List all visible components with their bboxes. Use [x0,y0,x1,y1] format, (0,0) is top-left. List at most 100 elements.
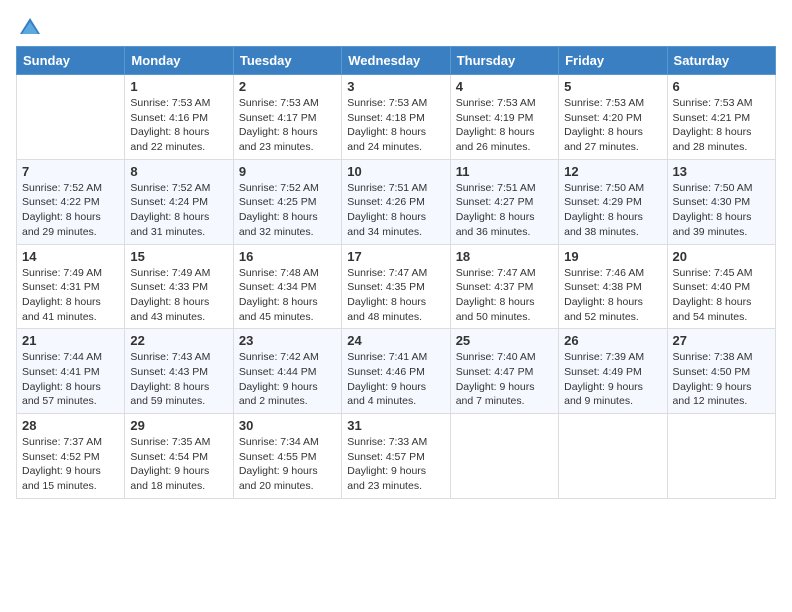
day-info: Sunrise: 7:47 AMSunset: 4:37 PMDaylight:… [456,266,553,325]
calendar-cell: 15 Sunrise: 7:49 AMSunset: 4:33 PMDayligh… [125,244,233,329]
day-info: Sunrise: 7:53 AMSunset: 4:19 PMDaylight:… [456,96,553,155]
day-number: 11 [456,164,553,179]
calendar-cell: 6 Sunrise: 7:53 AMSunset: 4:21 PMDaylight… [667,75,775,160]
day-info: Sunrise: 7:48 AMSunset: 4:34 PMDaylight:… [239,266,336,325]
day-info: Sunrise: 7:40 AMSunset: 4:47 PMDaylight:… [456,350,553,409]
calendar-cell: 2 Sunrise: 7:53 AMSunset: 4:17 PMDaylight… [233,75,341,160]
day-number: 28 [22,418,119,433]
day-number: 16 [239,249,336,264]
calendar-cell: 24 Sunrise: 7:41 AMSunset: 4:46 PMDayligh… [342,329,450,414]
logo-icon [18,16,42,40]
day-info: Sunrise: 7:51 AMSunset: 4:27 PMDaylight:… [456,181,553,240]
day-info: Sunrise: 7:45 AMSunset: 4:40 PMDaylight:… [673,266,770,325]
day-info: Sunrise: 7:42 AMSunset: 4:44 PMDaylight:… [239,350,336,409]
day-number: 15 [130,249,227,264]
calendar-cell [17,75,125,160]
calendar-cell: 12 Sunrise: 7:50 AMSunset: 4:29 PMDayligh… [559,159,667,244]
day-number: 5 [564,79,661,94]
day-number: 14 [22,249,119,264]
calendar-cell: 10 Sunrise: 7:51 AMSunset: 4:26 PMDayligh… [342,159,450,244]
day-number: 8 [130,164,227,179]
day-info: Sunrise: 7:35 AMSunset: 4:54 PMDaylight:… [130,435,227,494]
day-info: Sunrise: 7:53 AMSunset: 4:17 PMDaylight:… [239,96,336,155]
day-number: 13 [673,164,770,179]
day-number: 3 [347,79,444,94]
day-number: 22 [130,333,227,348]
calendar-header-thursday: Thursday [450,47,558,75]
calendar-cell: 9Sunrise: 7:52 AMSunset: 4:25 PMDaylight… [233,159,341,244]
calendar-table: SundayMondayTuesdayWednesdayThursdayFrid… [16,46,776,499]
calendar-cell: 16 Sunrise: 7:48 AMSunset: 4:34 PMDayligh… [233,244,341,329]
day-info: Sunrise: 7:50 AMSunset: 4:29 PMDaylight:… [564,181,661,240]
calendar-cell: 26 Sunrise: 7:39 AMSunset: 4:49 PMDayligh… [559,329,667,414]
day-number: 17 [347,249,444,264]
calendar-cell: 14 Sunrise: 7:49 AMSunset: 4:31 PMDayligh… [17,244,125,329]
calendar-cell: 27Sunrise: 7:38 AMSunset: 4:50 PMDayligh… [667,329,775,414]
day-number: 2 [239,79,336,94]
day-number: 31 [347,418,444,433]
day-number: 29 [130,418,227,433]
calendar-cell: 7 Sunrise: 7:52 AMSunset: 4:22 PMDaylight… [17,159,125,244]
calendar-week-row: 28 Sunrise: 7:37 AMSunset: 4:52 PMDayligh… [17,414,776,499]
calendar-header-wednesday: Wednesday [342,47,450,75]
calendar-cell: 5 Sunrise: 7:53 AMSunset: 4:20 PMDaylight… [559,75,667,160]
calendar-week-row: 21Sunrise: 7:44 AMSunset: 4:41 PMDayligh… [17,329,776,414]
day-number: 1 [130,79,227,94]
day-info: Sunrise: 7:49 AMSunset: 4:33 PMDaylight:… [130,266,227,325]
day-number: 9 [239,164,336,179]
calendar-cell: 17 Sunrise: 7:47 AMSunset: 4:35 PMDayligh… [342,244,450,329]
calendar-cell [450,414,558,499]
calendar-cell: 8 Sunrise: 7:52 AMSunset: 4:24 PMDaylight… [125,159,233,244]
day-number: 19 [564,249,661,264]
calendar-cell: 28 Sunrise: 7:37 AMSunset: 4:52 PMDayligh… [17,414,125,499]
day-info: Sunrise: 7:53 AMSunset: 4:21 PMDaylight:… [673,96,770,155]
day-number: 26 [564,333,661,348]
calendar-cell: 31 Sunrise: 7:33 AMSunset: 4:57 PMDayligh… [342,414,450,499]
day-info: Sunrise: 7:53 AMSunset: 4:18 PMDaylight:… [347,96,444,155]
day-number: 12 [564,164,661,179]
calendar-cell: 13Sunrise: 7:50 AMSunset: 4:30 PMDayligh… [667,159,775,244]
calendar-header-saturday: Saturday [667,47,775,75]
day-info: Sunrise: 7:52 AMSunset: 4:22 PMDaylight:… [22,181,119,240]
day-info: Sunrise: 7:33 AMSunset: 4:57 PMDaylight:… [347,435,444,494]
calendar-header-monday: Monday [125,47,233,75]
day-info: Sunrise: 7:39 AMSunset: 4:49 PMDaylight:… [564,350,661,409]
calendar-cell: 11 Sunrise: 7:51 AMSunset: 4:27 PMDayligh… [450,159,558,244]
day-number: 24 [347,333,444,348]
calendar-header-friday: Friday [559,47,667,75]
day-info: Sunrise: 7:37 AMSunset: 4:52 PMDaylight:… [22,435,119,494]
day-info: Sunrise: 7:53 AMSunset: 4:20 PMDaylight:… [564,96,661,155]
day-number: 30 [239,418,336,433]
calendar-cell: 22Sunrise: 7:43 AMSunset: 4:43 PMDayligh… [125,329,233,414]
logo [16,16,42,40]
day-number: 6 [673,79,770,94]
calendar-header-row: SundayMondayTuesdayWednesdayThursdayFrid… [17,47,776,75]
calendar-cell: 20 Sunrise: 7:45 AMSunset: 4:40 PMDayligh… [667,244,775,329]
day-number: 4 [456,79,553,94]
calendar-cell: 19 Sunrise: 7:46 AMSunset: 4:38 PMDayligh… [559,244,667,329]
calendar-cell: 21Sunrise: 7:44 AMSunset: 4:41 PMDayligh… [17,329,125,414]
day-info: Sunrise: 7:47 AMSunset: 4:35 PMDaylight:… [347,266,444,325]
calendar-cell: 29 Sunrise: 7:35 AMSunset: 4:54 PMDayligh… [125,414,233,499]
day-info: Sunrise: 7:41 AMSunset: 4:46 PMDaylight:… [347,350,444,409]
day-number: 18 [456,249,553,264]
day-number: 21 [22,333,119,348]
calendar-cell: 23 Sunrise: 7:42 AMSunset: 4:44 PMDayligh… [233,329,341,414]
day-info: Sunrise: 7:49 AMSunset: 4:31 PMDaylight:… [22,266,119,325]
day-number: 10 [347,164,444,179]
day-info: Sunrise: 7:51 AMSunset: 4:26 PMDaylight:… [347,181,444,240]
day-number: 20 [673,249,770,264]
day-number: 23 [239,333,336,348]
day-number: 25 [456,333,553,348]
page-header [16,16,776,40]
calendar-cell: 4 Sunrise: 7:53 AMSunset: 4:19 PMDaylight… [450,75,558,160]
calendar-header-tuesday: Tuesday [233,47,341,75]
calendar-cell: 3 Sunrise: 7:53 AMSunset: 4:18 PMDaylight… [342,75,450,160]
calendar-cell [559,414,667,499]
day-info: Sunrise: 7:52 AMSunset: 4:24 PMDaylight:… [130,181,227,240]
day-number: 7 [22,164,119,179]
day-info: Sunrise: 7:53 AMSunset: 4:16 PMDaylight:… [130,96,227,155]
calendar-week-row: 7 Sunrise: 7:52 AMSunset: 4:22 PMDaylight… [17,159,776,244]
day-info: Sunrise: 7:46 AMSunset: 4:38 PMDaylight:… [564,266,661,325]
day-number: 27 [673,333,770,348]
